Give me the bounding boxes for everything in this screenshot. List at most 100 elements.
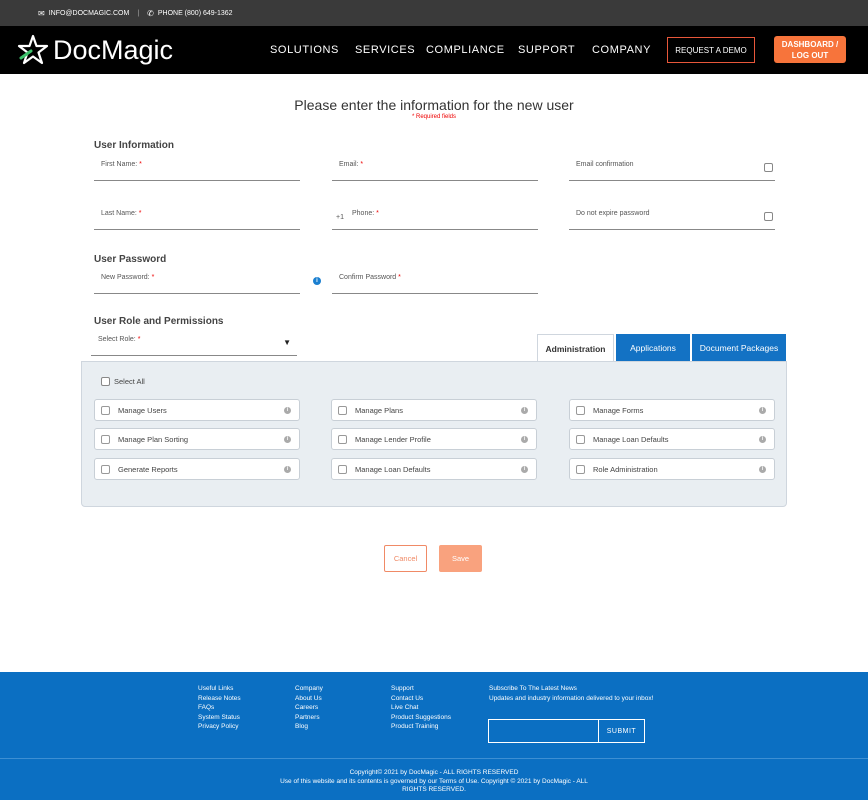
- cancel-button[interactable]: Cancel: [384, 545, 427, 572]
- tab-applications[interactable]: Applications: [616, 334, 690, 362]
- last-name-label: Last Name: *: [101, 210, 142, 217]
- logo-text: DocMagic: [53, 34, 174, 65]
- footer-link[interactable]: About Us: [295, 694, 323, 704]
- phone-icon: ✆: [147, 8, 154, 18]
- perm-manage-lender-profile[interactable]: Manage Lender Profile i: [331, 428, 537, 450]
- request-demo-button[interactable]: REQUEST A DEMO: [667, 37, 755, 63]
- footer-divider: [0, 758, 868, 759]
- nav-support[interactable]: SUPPORT: [518, 44, 575, 56]
- divider: |: [137, 9, 140, 17]
- email-confirmation-field: Email confirmation: [569, 153, 775, 181]
- password-info-icon[interactable]: i: [313, 277, 321, 285]
- perm-role-administration[interactable]: Role Administration i: [569, 458, 775, 480]
- footer-link[interactable]: Release Notes: [198, 694, 241, 704]
- perm-manage-forms[interactable]: Manage Forms i: [569, 399, 775, 421]
- mail-icon: ✉: [38, 8, 45, 18]
- copyright-line: Copyright© 2021 by DocMagic - ALL RIGHTS…: [349, 769, 519, 776]
- perm-manage-loan-defaults-2[interactable]: Manage Loan Defaults i: [331, 458, 537, 480]
- footer-link[interactable]: Privacy Policy: [198, 722, 241, 732]
- info-icon[interactable]: i: [521, 407, 528, 414]
- last-name-field[interactable]: Last Name: *: [94, 202, 300, 230]
- perm-label: Manage Plans: [355, 406, 403, 415]
- footer-link[interactable]: Contact Us: [391, 694, 451, 704]
- perm-checkbox[interactable]: [576, 435, 585, 444]
- required-note: * Required fields: [411, 114, 457, 120]
- main-navbar: DocMagic SOLUTIONS SERVICES COMPLIANCE S…: [0, 26, 868, 74]
- footer-link[interactable]: Product Training: [391, 722, 451, 732]
- dashboard-logout-button[interactable]: DASHBOARD / LOG OUT: [774, 36, 846, 63]
- logo[interactable]: DocMagic: [17, 34, 173, 66]
- section-user-password: User Password: [94, 254, 167, 265]
- subscribe-email-input[interactable]: [488, 719, 599, 743]
- footer-link[interactable]: Useful Links: [198, 684, 241, 694]
- footer-link[interactable]: Support: [391, 684, 451, 694]
- phone-prefix: +1: [336, 214, 344, 221]
- perm-checkbox[interactable]: [101, 465, 110, 474]
- info-icon[interactable]: i: [759, 436, 766, 443]
- save-button[interactable]: Save: [439, 545, 482, 572]
- info-icon[interactable]: i: [759, 407, 766, 414]
- info-icon[interactable]: i: [759, 466, 766, 473]
- footer-link[interactable]: Careers: [295, 703, 323, 713]
- info-icon[interactable]: i: [284, 466, 291, 473]
- perm-label: Manage Lender Profile: [355, 435, 431, 444]
- do-not-expire-checkbox[interactable]: [764, 212, 773, 221]
- footer-col-support: Support Contact Us Live Chat Product Sug…: [391, 684, 451, 732]
- chevron-down-icon: ▼: [283, 338, 291, 347]
- page-title: Please enter the information for the new…: [294, 97, 574, 113]
- perm-checkbox[interactable]: [338, 435, 347, 444]
- perm-checkbox[interactable]: [338, 406, 347, 415]
- tab-administration[interactable]: Administration: [537, 334, 614, 362]
- submit-button[interactable]: SUBMIT: [598, 719, 645, 743]
- info-icon[interactable]: i: [284, 407, 291, 414]
- perm-checkbox[interactable]: [101, 435, 110, 444]
- first-name-field[interactable]: First Name: *: [94, 153, 300, 181]
- nav-compliance[interactable]: COMPLIANCE: [426, 44, 505, 56]
- subscribe-block: Subscribe To The Latest News Updates and…: [489, 684, 653, 703]
- copyright-line: Use of this website and its contents is …: [280, 777, 588, 785]
- footer-link[interactable]: Partners: [295, 713, 323, 723]
- perm-manage-plans[interactable]: Manage Plans i: [331, 399, 537, 421]
- footer-link[interactable]: Live Chat: [391, 703, 451, 713]
- email-confirmation-checkbox[interactable]: [764, 163, 773, 172]
- select-all-checkbox[interactable]: [101, 377, 110, 386]
- footer-link[interactable]: FAQs: [198, 703, 241, 713]
- perm-generate-reports[interactable]: Generate Reports i: [94, 458, 300, 480]
- confirm-password-field[interactable]: Confirm Password *: [332, 266, 538, 294]
- footer-link[interactable]: System Status: [198, 713, 241, 723]
- new-password-label: New Password: *: [101, 274, 155, 281]
- info-icon[interactable]: i: [284, 436, 291, 443]
- footer-link[interactable]: Product Suggestions: [391, 713, 451, 723]
- perm-checkbox[interactable]: [101, 406, 110, 415]
- section-user-information: User Information: [94, 140, 175, 151]
- perm-label: Manage Loan Defaults: [593, 435, 669, 444]
- perm-manage-loan-defaults[interactable]: Manage Loan Defaults i: [569, 428, 775, 450]
- footer-link[interactable]: Company: [295, 684, 323, 694]
- info-icon[interactable]: i: [521, 466, 528, 473]
- perm-checkbox[interactable]: [576, 465, 585, 474]
- footer-col-useful-links: Useful Links Release Notes FAQs System S…: [198, 684, 241, 732]
- phone-field[interactable]: +1 Phone: *: [332, 202, 538, 230]
- perm-checkbox[interactable]: [576, 406, 585, 415]
- contact-phone[interactable]: PHONE (800) 649-1362: [158, 10, 233, 17]
- select-role-dropdown[interactable]: Select Role: * ▼: [91, 328, 297, 356]
- perm-label: Manage Users: [118, 406, 167, 415]
- nav-company[interactable]: COMPANY: [592, 44, 651, 56]
- tab-document-packages[interactable]: Document Packages: [692, 334, 786, 362]
- new-password-field[interactable]: New Password: *: [94, 266, 300, 294]
- copyright: Copyright© 2021 by DocMagic - ALL RIGHTS…: [0, 769, 868, 795]
- footer: Useful Links Release Notes FAQs System S…: [0, 672, 868, 800]
- info-icon[interactable]: i: [521, 436, 528, 443]
- perm-checkbox[interactable]: [338, 465, 347, 474]
- perm-manage-plan-sorting[interactable]: Manage Plan Sorting i: [94, 428, 300, 450]
- subscribe-text: Updates and industry information deliver…: [489, 694, 654, 702]
- footer-link[interactable]: Blog: [295, 722, 323, 732]
- email-field[interactable]: Email: *: [332, 153, 538, 181]
- nav-solutions[interactable]: SOLUTIONS: [270, 44, 339, 56]
- copyright-line: RIGHTS RESERVED.: [402, 786, 466, 793]
- top-contact-bar: ✉ INFO@DOCMAGIC.COM | ✆ PHONE (800) 649-…: [0, 0, 868, 26]
- star-logo-icon: [17, 34, 49, 65]
- perm-manage-users[interactable]: Manage Users i: [94, 399, 300, 421]
- nav-services[interactable]: SERVICES: [355, 44, 415, 56]
- contact-email[interactable]: INFO@DOCMAGIC.COM: [49, 10, 130, 17]
